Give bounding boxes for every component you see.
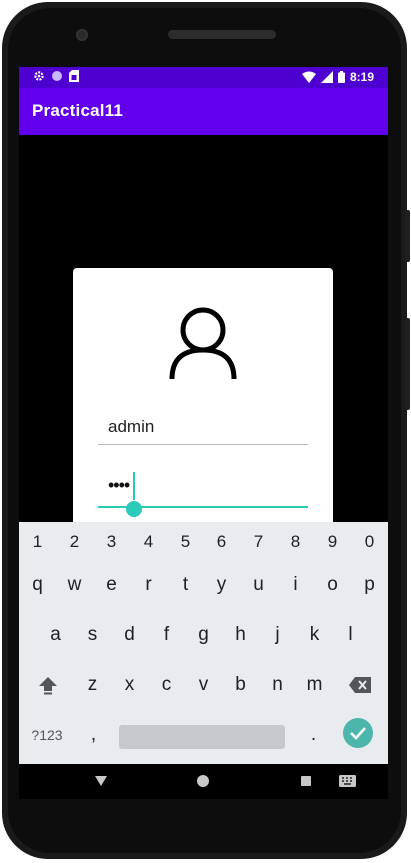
front-camera <box>76 29 88 41</box>
backspace-key[interactable] <box>341 665 379 705</box>
signal-icon <box>320 71 333 83</box>
power-button <box>405 318 410 410</box>
key-8[interactable]: 8 <box>277 522 314 562</box>
key-y[interactable]: y <box>203 565 240 605</box>
volume-button <box>405 210 410 262</box>
key-r[interactable]: r <box>130 565 167 605</box>
key-2[interactable]: 2 <box>56 522 93 562</box>
user-icon <box>169 307 237 380</box>
key-4[interactable]: 4 <box>130 522 167 562</box>
key-f[interactable]: f <box>148 615 185 655</box>
comma-key[interactable]: , <box>75 715 112 755</box>
key-s[interactable]: s <box>74 615 111 655</box>
app-bar: Practical11 <box>19 88 388 135</box>
circle-icon <box>52 71 62 81</box>
key-h[interactable]: h <box>222 615 259 655</box>
username-field[interactable]: admin <box>98 406 308 445</box>
battery-icon <box>337 71 345 83</box>
sim-card-icon <box>69 70 79 82</box>
key-o[interactable]: o <box>314 565 351 605</box>
key-3[interactable]: 3 <box>93 522 130 562</box>
key-7[interactable]: 7 <box>240 522 277 562</box>
clock: 8:19 <box>349 70 374 84</box>
keyboard-row-2: a s d f g h j k l <box>19 615 388 655</box>
key-1[interactable]: 1 <box>19 522 56 562</box>
key-t[interactable]: t <box>167 565 204 605</box>
screen: 8:19 Practical11 admin •••• 1 2 3 4 5 6 … <box>19 67 388 799</box>
key-n[interactable]: n <box>259 665 296 705</box>
symbols-key[interactable]: ?123 <box>27 715 67 755</box>
key-d[interactable]: d <box>111 615 148 655</box>
key-j[interactable]: j <box>259 615 296 655</box>
shift-icon <box>39 677 57 695</box>
period-key[interactable]: . <box>295 715 332 755</box>
key-p[interactable]: p <box>351 565 388 605</box>
home-icon[interactable] <box>197 775 209 787</box>
keyboard-bottom-row: ?123 , . <box>19 715 388 755</box>
key-6[interactable]: 6 <box>203 522 240 562</box>
key-x[interactable]: x <box>111 665 148 705</box>
key-b[interactable]: b <box>222 665 259 705</box>
key-w[interactable]: w <box>56 565 93 605</box>
keyboard-row-1: q w e r t y u i o p <box>19 565 388 605</box>
wifi-icon <box>301 71 316 83</box>
app-title: Practical11 <box>32 101 124 120</box>
keyboard-number-row: 1 2 3 4 5 6 7 8 9 0 <box>19 522 388 562</box>
password-value: •••• <box>108 475 130 495</box>
key-c[interactable]: c <box>148 665 185 705</box>
key-u[interactable]: u <box>240 565 277 605</box>
done-key[interactable] <box>343 718 373 748</box>
key-a[interactable]: a <box>37 615 74 655</box>
text-cursor <box>133 472 135 500</box>
key-k[interactable]: k <box>296 615 333 655</box>
settings-icon <box>34 71 44 81</box>
recents-icon[interactable] <box>301 776 311 786</box>
check-icon <box>350 727 366 740</box>
key-0[interactable]: 0 <box>351 522 388 562</box>
key-z[interactable]: z <box>74 665 111 705</box>
soft-keyboard: 1 2 3 4 5 6 7 8 9 0 q w e r t y u i o p … <box>19 522 388 764</box>
key-9[interactable]: 9 <box>314 522 351 562</box>
keyboard-row-3: z x c v b n m <box>19 665 388 705</box>
key-g[interactable]: g <box>185 615 222 655</box>
key-m[interactable]: m <box>296 665 333 705</box>
backspace-icon <box>349 677 371 693</box>
key-q[interactable]: q <box>19 565 56 605</box>
status-bar: 8:19 <box>19 67 388 88</box>
earpiece-speaker <box>168 30 276 39</box>
key-e[interactable]: e <box>93 565 130 605</box>
cursor-handle[interactable] <box>126 501 142 517</box>
shift-key[interactable] <box>29 665 67 705</box>
keyboard-switch-icon[interactable] <box>339 775 356 787</box>
back-icon[interactable] <box>95 776 107 786</box>
space-bar[interactable] <box>119 725 285 749</box>
key-l[interactable]: l <box>332 615 369 655</box>
password-field[interactable]: •••• <box>98 466 308 517</box>
username-value: admin <box>108 417 155 436</box>
key-5[interactable]: 5 <box>167 522 204 562</box>
nav-bar <box>19 764 388 799</box>
key-v[interactable]: v <box>185 665 222 705</box>
key-i[interactable]: i <box>277 565 314 605</box>
